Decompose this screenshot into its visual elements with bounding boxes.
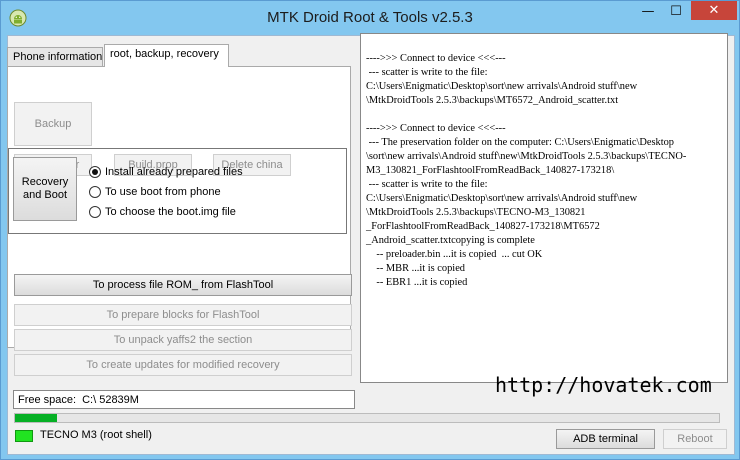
- radio-label: Install already prepared files: [105, 166, 243, 178]
- log-line: _Android_scatter.txtcopying is complete: [366, 235, 535, 246]
- recovery-boot-group: Recovery and Boot Install already prepar…: [8, 148, 347, 234]
- log-line: \MtkDroidTools 2.5.3\backups\MT6572_Andr…: [366, 95, 619, 106]
- log-line: \sort\new arrivals\Android stuff\new\Mtk…: [366, 151, 687, 162]
- reboot-button[interactable]: Reboot: [663, 429, 727, 449]
- radio-boot-from-phone[interactable]: To use boot from phone: [89, 186, 221, 198]
- log-line: C:\Users\Enigmatic\Desktop\sort\new arri…: [366, 81, 638, 92]
- free-space-value: C:\ 52839M: [82, 393, 139, 406]
- tab-root-backup-recovery[interactable]: root, backup, recovery: [104, 44, 229, 67]
- progress-bar: [14, 413, 720, 423]
- log-line: -- preloader.bin ...it is copied ... cut…: [366, 249, 543, 260]
- radio-indicator[interactable]: [89, 186, 101, 198]
- free-space-field: Free space: C:\ 52839M: [13, 390, 355, 409]
- log-line: C:\Users\Enigmatic\Desktop\sort\new arri…: [366, 193, 638, 204]
- app-window: MTK Droid Root & Tools v2.5.3 — ☐ ✕ Phon…: [0, 0, 740, 460]
- log-line: M3_130821_ForFlashtoolFromReadBack_14082…: [366, 165, 615, 176]
- minimize-button[interactable]: —: [634, 1, 662, 21]
- window-title: MTK Droid Root & Tools v2.5.3: [267, 9, 473, 26]
- process-rom-button[interactable]: To process file ROM_ from FlashTool: [14, 274, 352, 296]
- log-line: ---->>> Connect to device <<<---: [366, 53, 506, 64]
- log-line: -- MBR ...it is copied: [366, 263, 465, 274]
- log-line: \MtkDroidTools 2.5.3\backups\TECNO-M3_13…: [366, 207, 586, 218]
- radio-install-prepared[interactable]: Install already prepared files: [89, 166, 243, 178]
- free-space-label: Free space:: [18, 393, 77, 406]
- device-label: TECNO M3 (root shell): [40, 429, 152, 441]
- radio-label: To choose the boot.img file: [105, 206, 236, 218]
- log-line: ---->>> Connect to device <<<---: [366, 123, 506, 134]
- close-button[interactable]: ✕: [691, 1, 737, 20]
- log-output[interactable]: ---->>> Connect to device <<<--- --- sca…: [360, 33, 728, 383]
- title-bar[interactable]: MTK Droid Root & Tools v2.5.3 — ☐ ✕: [1, 1, 739, 35]
- log-line: --- The preservation folder on the compu…: [366, 137, 674, 148]
- maximize-button[interactable]: ☐: [662, 1, 690, 21]
- recovery-and-boot-button[interactable]: Recovery and Boot: [13, 157, 77, 221]
- log-line: --- scatter is write to the file:: [366, 179, 488, 190]
- radio-indicator[interactable]: [89, 206, 101, 218]
- device-status-indicator: [15, 430, 33, 442]
- log-line: --- scatter is write to the file:: [366, 67, 488, 78]
- log-line: -- EBR1 ...it is copied: [366, 277, 468, 288]
- tab-phone-information[interactable]: Phone information: [7, 47, 103, 67]
- backup-button[interactable]: Backup: [14, 102, 92, 146]
- watermark-url: http://hovatek.com: [495, 373, 712, 397]
- radio-choose-boot-img[interactable]: To choose the boot.img file: [89, 206, 236, 218]
- adb-terminal-button[interactable]: ADB terminal: [556, 429, 655, 449]
- create-updates-button[interactable]: To create updates for modified recovery: [14, 354, 352, 376]
- unpack-yaffs2-button[interactable]: To unpack yaffs2 the section: [14, 329, 352, 351]
- radio-indicator[interactable]: [89, 166, 101, 178]
- radio-label: To use boot from phone: [105, 186, 221, 198]
- log-line: _ForFlashtoolFromReadBack_140827-173218\…: [366, 221, 600, 232]
- prepare-blocks-button[interactable]: To prepare blocks for FlashTool: [14, 304, 352, 326]
- progress-fill: [15, 414, 58, 422]
